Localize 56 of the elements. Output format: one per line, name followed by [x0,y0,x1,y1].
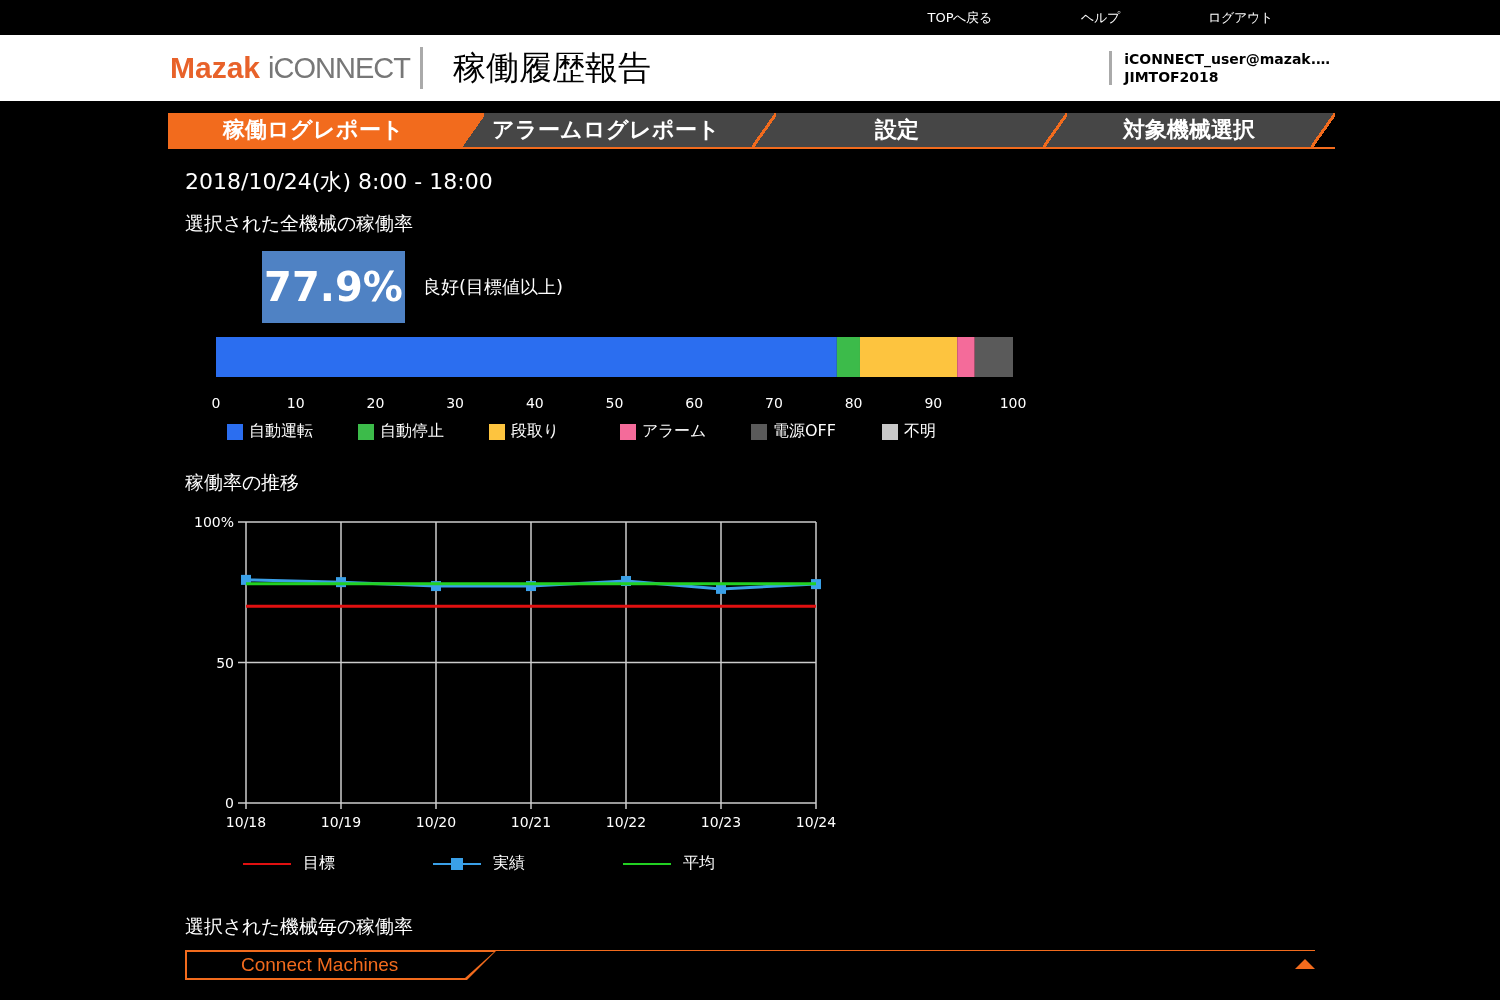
legend-label: 不明 [904,421,936,442]
legend-line-icon [433,857,481,870]
axis-tick-label: 60 [685,395,704,411]
legend-label: 自動運転 [249,421,313,442]
axis-tick-label: 20 [366,395,385,411]
axis-tick-label: 90 [924,395,943,411]
collapse-caret-icon[interactable] [1295,959,1315,969]
axis-tick-label: 100 [999,395,1027,411]
legend-label: 目標 [303,853,335,874]
axis-tick-label: 10/20 [415,814,457,830]
section-heading: 選択された全機械の稼働率 [185,211,414,236]
data-point [241,574,251,585]
logo-brand: Mazak [170,51,261,85]
data-point [716,583,726,594]
data-point [526,581,536,592]
axis-tick-label: 10/24 [795,814,837,830]
rate-evaluation: 良好(目標値以上) [423,275,564,299]
axis-tick-label: 10/21 [510,814,552,830]
legend-label: 段取り [511,421,559,442]
top-nav-link[interactable]: TOPへ戻る [890,8,1030,27]
data-point [621,576,631,586]
axis-tick-label: 70 [765,395,783,411]
axis-tick-label: 10/23 [700,814,742,830]
report-tab[interactable]: 設定 [751,113,1044,147]
data-point [336,577,346,588]
axis-tick-label: 100% [193,514,234,530]
axis-tick-label: 40 [525,395,544,411]
axis-tick-label: 30 [446,395,464,411]
legend-label: 電源OFF [773,421,836,442]
top-nav-link[interactable]: ログアウト [1170,8,1310,27]
data-point [431,581,441,592]
report-period: 2018/10/24(水) 8:00 - 18:00 [185,168,494,196]
page-title: 稼働履歴報告 [452,46,652,89]
data-point [811,579,821,590]
axis-tick-label: 50 [216,654,234,671]
axis-tick-label: 50 [605,395,624,411]
logo-product: iCONNECT [268,51,410,85]
user-name: iCONNECT_user@mazak.… [1124,51,1330,67]
legend-label: 平均 [683,853,715,874]
axis-tick-label: 10/22 [605,814,647,830]
axis-tick-label: 10/19 [320,814,362,830]
axis-tick-label: 0 [225,795,234,811]
legend-label: アラーム [642,421,706,442]
machine-group-header[interactable]: Connect Machines [185,950,497,980]
axis-tick-label: 80 [844,395,863,411]
legend-label: 実績 [493,853,525,874]
account-name: JIMTOF2018 [1124,69,1220,85]
section-heading: 稼働率の推移 [185,470,300,495]
top-nav-link[interactable]: ヘルプ [1030,8,1170,27]
report-tab[interactable]: 対象機械選択 [1043,113,1335,147]
axis-tick-label: 0 [211,395,221,411]
rate-badge: 77.9% [262,251,405,323]
axis-tick-label: 10/18 [225,814,267,830]
axis-tick-label: 10 [286,395,305,411]
legend-label: 自動停止 [380,421,444,442]
section-heading: 選択された機械毎の稼働率 [185,914,414,939]
